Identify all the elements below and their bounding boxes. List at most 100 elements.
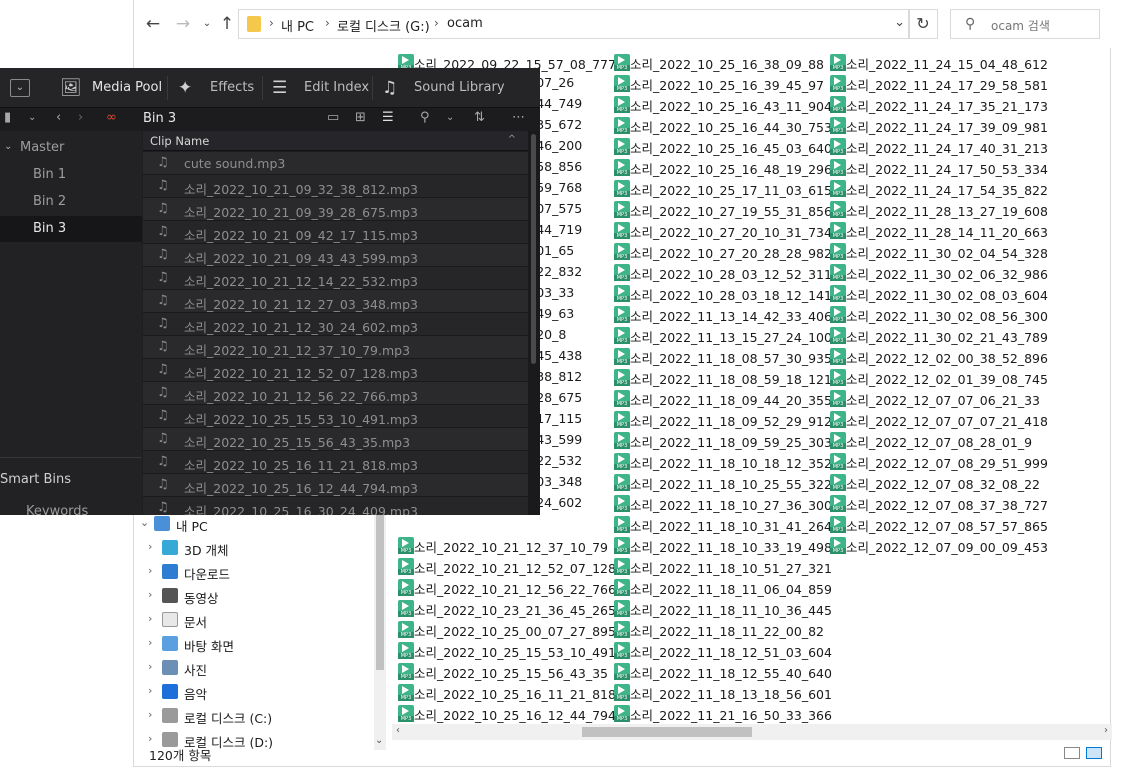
details-view-icon[interactable]	[1064, 747, 1080, 759]
file-item[interactable]: 소리_2022_11_18_13_18_56_601	[612, 682, 832, 703]
horizontal-scrollbar[interactable]: ‹ ›	[392, 724, 1112, 740]
more-options-icon[interactable]: ⋯	[512, 110, 525, 125]
file-item[interactable]: 소리_2022_10_25_16_48_19_296	[612, 157, 832, 178]
file-item[interactable]: 소리_2022_10_21_12_52_07_128	[396, 556, 616, 577]
expand-chevron-icon[interactable]: ›	[148, 684, 152, 697]
file-item[interactable]: 소리_2022_10_25_16_44_30_753	[612, 115, 832, 136]
expand-chevron-icon[interactable]: ›	[148, 588, 152, 601]
clip-row[interactable]: ♫ 소리_2022_10_21_12_14_22_532.mp3	[143, 267, 528, 290]
file-item[interactable]: 소리_2022_10_27_20_10_31_734	[612, 220, 832, 241]
nav-scrollbar[interactable]: ⌄	[374, 515, 386, 750]
file-item[interactable]: 소리_2022_10_25_16_45_03_640	[612, 136, 832, 157]
tab-media-pool[interactable]: 🖼 Media Pool	[60, 68, 162, 108]
file-item[interactable]: 소리_2022_12_02_01_39_08_745	[828, 367, 1048, 388]
file-item[interactable]: 소리_2022_11_18_11_22_00_82	[612, 619, 828, 640]
tree-item[interactable]: ⌄ 내 PC	[134, 512, 374, 536]
clip-list-scrollbar-thumb[interactable]	[531, 134, 536, 364]
file-item[interactable]: 소리_2022_11_30_02_04_54_328	[828, 241, 1048, 262]
file-item[interactable]: 소리_2022_11_18_11_06_04_859	[612, 577, 832, 598]
scroll-right-arrow-icon[interactable]: ›	[1104, 725, 1108, 736]
breadcrumb-pc[interactable]: 내 PC	[281, 16, 314, 35]
breadcrumb-drive[interactable]: 로컬 디스크 (G:)	[337, 16, 430, 35]
clip-row[interactable]: ♫ 소리_2022_10_25_15_53_10_491.mp3	[143, 405, 528, 428]
file-item[interactable]: 소리_2022_11_13_15_27_24_100	[612, 325, 832, 346]
tab-edit-index[interactable]: ☰ Edit Index	[272, 68, 370, 108]
tree-item[interactable]: › 음악	[134, 680, 374, 704]
file-item[interactable]: 소리_2022_11_18_09_59_25_303	[612, 430, 832, 451]
expand-chevron-icon[interactable]: ›	[148, 540, 152, 553]
bin-master[interactable]: ⌄ Master	[0, 135, 142, 161]
expand-chevron-icon[interactable]: ›	[148, 564, 152, 577]
file-item[interactable]: 소리_2022_11_18_10_18_12_352	[612, 451, 832, 472]
file-item[interactable]: 소리_2022_11_24_17_50_53_334	[828, 157, 1048, 178]
file-item[interactable]: 소리_2022_11_21_16_50_33_366	[612, 703, 832, 724]
breadcrumb-folder[interactable]: ocam	[447, 16, 483, 31]
file-item[interactable]: 소리_2022_11_24_17_35_21_173	[828, 94, 1048, 115]
address-dropdown-icon[interactable]: ⌄	[894, 15, 905, 30]
up-arrow-icon[interactable]: ↑	[216, 12, 238, 36]
expand-chevron-icon[interactable]: ›	[148, 612, 152, 625]
large-icons-view-icon[interactable]	[1086, 747, 1102, 759]
file-item[interactable]: 소리_2022_10_25_17_11_03_615	[612, 178, 832, 199]
expand-chevron-icon[interactable]: ›	[148, 660, 152, 673]
file-item[interactable]: 소리_2022_11_18_12_55_40_640	[612, 661, 832, 682]
list-view-icon[interactable]: ☰	[382, 110, 394, 125]
file-item[interactable]: 소리_2022_11_24_17_29_58_581	[828, 73, 1048, 94]
clip-row[interactable]: ♫ 소리_2022_10_21_12_52_07_128.mp3	[143, 359, 528, 382]
file-item[interactable]: 소리_2022_11_30_02_21_43_789	[828, 325, 1048, 346]
horizontal-scrollbar-thumb[interactable]	[582, 727, 752, 737]
file-item[interactable]: 소리_2022_10_25_16_12_44_794	[396, 703, 616, 724]
file-item[interactable]: 소리_2022_11_18_08_57_30_935	[612, 346, 832, 367]
nav-scrollbar-thumb[interactable]	[376, 515, 384, 670]
file-item[interactable]: 소리_2022_11_18_12_51_03_604	[612, 640, 832, 661]
expand-chevron-icon[interactable]: ›	[148, 708, 152, 721]
file-item[interactable]: 소리_2022_10_28_03_12_52_311	[612, 262, 832, 283]
refresh-icon[interactable]: ↻	[908, 9, 938, 39]
file-item[interactable]: 소리_2022_11_24_17_54_35_822	[828, 178, 1048, 199]
file-item[interactable]: 소리_2022_11_18_08_59_18_121	[612, 367, 832, 388]
clip-row[interactable]: ♫ 소리_2022_10_21_12_27_03_348.mp3	[143, 290, 528, 313]
file-item[interactable]: 소리_2022_12_07_09_00_09_453	[828, 535, 1048, 556]
bin-options-chevron-icon[interactable]: ⌄	[28, 112, 36, 123]
scroll-left-arrow-icon[interactable]: ‹	[396, 725, 400, 736]
tab-effects[interactable]: ✦ Effects	[178, 68, 258, 108]
file-item[interactable]: 소리_2022_10_25_16_38_09_88	[612, 52, 828, 73]
search-input[interactable]: ⚲ ocam 검색	[950, 9, 1100, 39]
file-item[interactable]: 소리_2022_10_23_21_36_45_265	[396, 598, 616, 619]
file-item[interactable]: 소리_2022_12_07_07_07_21_418	[828, 409, 1048, 430]
bin-2[interactable]: Bin 2	[0, 189, 142, 215]
thumbnail-view-icon[interactable]: ⊞	[355, 110, 366, 125]
clip-row[interactable]: ♫ 소리_2022_10_21_09_32_38_812.mp3	[143, 175, 528, 198]
file-item[interactable]: 소리_2022_11_24_17_40_31_213	[828, 136, 1048, 157]
file-item[interactable]: 소리_2022_10_27_20_28_28_982	[612, 241, 832, 262]
file-item[interactable]: 소리_2022_12_07_08_29_51_999	[828, 451, 1048, 472]
file-item[interactable]: 소리_2022_10_21_12_56_22_766	[396, 577, 616, 598]
expand-chevron-icon[interactable]: ›	[148, 732, 152, 745]
expand-chevron-icon[interactable]: ⌄	[140, 516, 149, 529]
tree-item[interactable]: › 동영상	[134, 584, 374, 608]
file-item[interactable]: 소리_2022_10_27_19_55_31_856	[612, 199, 832, 220]
clip-row[interactable]: ♫ 소리_2022_10_21_09_43_43_599.mp3	[143, 244, 528, 267]
file-item[interactable]: 소리_2022_12_07_08_32_08_22	[828, 472, 1044, 493]
link-icon[interactable]: ∞	[106, 110, 117, 125]
clip-row[interactable]: ♫ 소리_2022_10_25_16_30_24_409.mp3	[143, 497, 528, 515]
tab-sound-library[interactable]: ♫ Sound Library	[382, 68, 505, 108]
clip-row[interactable]: ♫ 소리_2022_10_21_09_42_17_115.mp3	[143, 221, 528, 244]
file-item[interactable]: 소리_2022_10_21_12_37_10_79	[396, 535, 612, 556]
file-item[interactable]: 소리_2022_11_18_10_27_36_300	[612, 493, 832, 514]
forward-arrow-icon[interactable]: →	[172, 12, 194, 36]
clip-row[interactable]: ♫ 소리_2022_10_21_12_37_10_79.mp3	[143, 336, 528, 359]
clip-row[interactable]: ♫ 소리_2022_10_25_16_12_44_794.mp3	[143, 474, 528, 497]
file-item[interactable]: 소리_2022_10_25_16_11_21_818	[396, 682, 616, 703]
file-item[interactable]: 소리_2022_11_30_02_06_32_986	[828, 262, 1048, 283]
expand-chevron-icon[interactable]: ›	[148, 636, 152, 649]
back-arrow-icon[interactable]: ←	[142, 12, 164, 36]
bin-3-selected[interactable]: Bin 3	[0, 216, 142, 242]
file-item[interactable]: 소리_2022_11_24_17_39_09_981	[828, 115, 1048, 136]
metadata-view-icon[interactable]: ▭	[327, 110, 339, 125]
file-item[interactable]: 소리_2022_10_25_15_56_43_35	[396, 661, 612, 682]
scroll-down-arrow-icon[interactable]: ⌄	[375, 735, 383, 746]
file-item[interactable]: 소리_2022_11_18_10_51_27_321	[612, 556, 832, 577]
clip-row[interactable]: ♫ 소리_2022_10_21_09_39_28_675.mp3	[143, 198, 528, 221]
file-item[interactable]: 소리_2022_11_28_14_11_20_663	[828, 220, 1048, 241]
